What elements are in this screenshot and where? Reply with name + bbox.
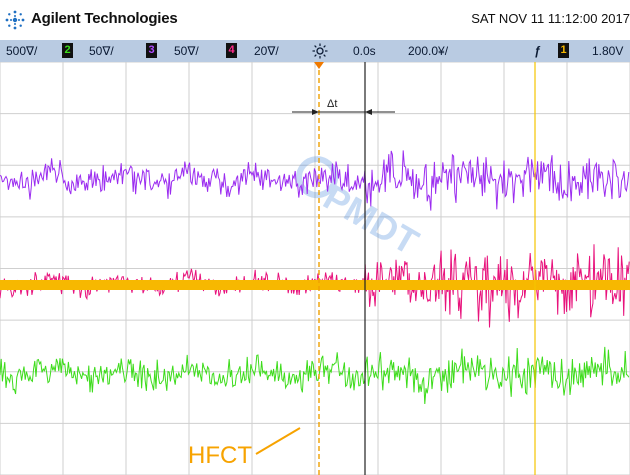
- ch3-badge[interactable]: 3: [146, 43, 157, 58]
- trigger-level[interactable]: 1.80V: [592, 44, 623, 58]
- delay-value[interactable]: 0.0s: [353, 44, 376, 58]
- agilent-spark-icon: [5, 10, 25, 30]
- scope-status-bar: 500∇/ 2 50∇/ 3 50∇/ 4 20∇/ 0.0s 200.0¥/ …: [0, 40, 630, 62]
- trigger-channel-badge[interactable]: 1: [558, 43, 569, 58]
- ch2-badge[interactable]: 2: [62, 43, 73, 58]
- trigger-slope-icon[interactable]: ƒ: [534, 44, 541, 58]
- sun-trigger-icon[interactable]: [312, 43, 328, 59]
- timebase-value[interactable]: 200.0¥/: [408, 44, 448, 58]
- ch1-scale[interactable]: 500∇/: [6, 44, 37, 58]
- ch4-scale[interactable]: 20∇/: [254, 44, 279, 58]
- hfct-label: HFCT: [188, 442, 252, 469]
- date-time: SAT NOV 11 11:12:00 2017: [471, 11, 630, 26]
- ch2-scale[interactable]: 50∇/: [89, 44, 114, 58]
- brand-name: Agilent Technologies: [31, 10, 178, 27]
- delta-t-label: Δt: [327, 98, 337, 110]
- waveform-display[interactable]: PMDT Δt HFCT: [0, 62, 630, 475]
- ch4-badge[interactable]: 4: [226, 43, 237, 58]
- ch3-scale[interactable]: 50∇/: [174, 44, 199, 58]
- instrument-header: Agilent Technologies SAT NOV 11 11:12:00…: [0, 0, 630, 40]
